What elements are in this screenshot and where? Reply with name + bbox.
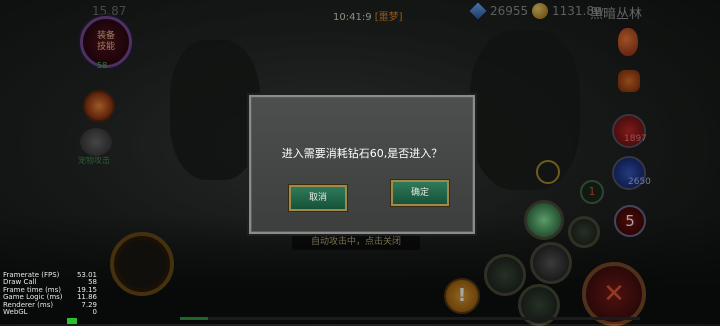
performance-stats: Framerate (FPS) 53.01 Draw Call 58 Frame t… xyxy=(3,271,97,317)
perf-graph-bar xyxy=(67,318,77,324)
stat-label: WebGL xyxy=(3,308,28,317)
confirm-button[interactable]: 确定 xyxy=(391,180,449,206)
confirm-dialog: 进入需要消耗钻石60,是否进入？ 取消 确定 xyxy=(249,95,475,234)
dialog-message: 进入需要消耗钻石60,是否进入？ xyxy=(281,147,443,160)
cancel-button[interactable]: 取消 xyxy=(289,185,347,211)
stat-value: 0 xyxy=(92,308,97,317)
stat-row: WebGL 0 xyxy=(3,308,97,317)
